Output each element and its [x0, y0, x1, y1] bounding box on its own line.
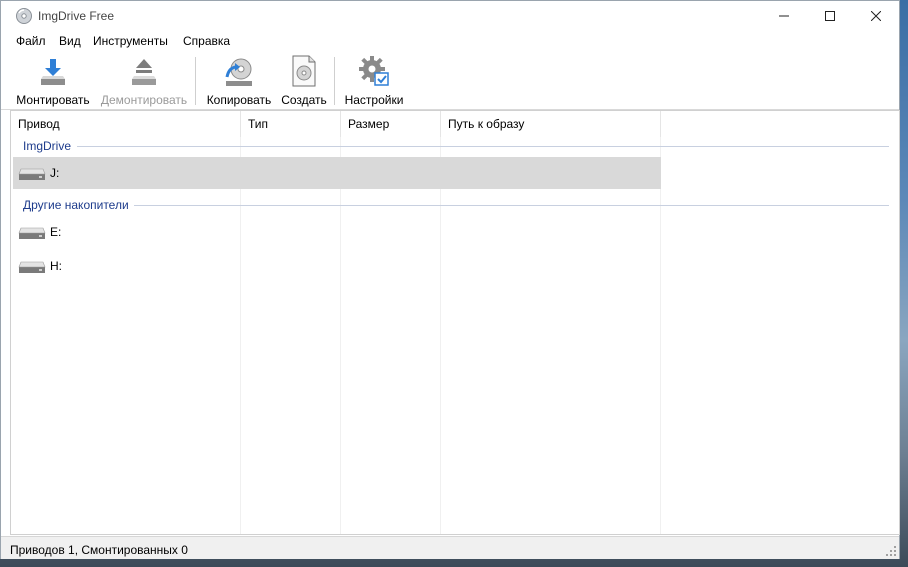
unmount-label: Демонтировать: [100, 93, 188, 107]
menu-help[interactable]: Справка: [183, 34, 230, 48]
create-button[interactable]: Создать: [281, 53, 327, 107]
close-button[interactable]: [853, 1, 899, 31]
close-icon: [871, 11, 881, 21]
status-bar: Приводов 1, Смонтированных 0: [1, 536, 899, 559]
copy-label: Копировать: [206, 93, 272, 107]
drive-letter: E:: [50, 225, 62, 239]
maximize-button[interactable]: [807, 1, 853, 31]
drive-row[interactable]: H:: [13, 250, 661, 282]
column-divider: [340, 137, 341, 534]
drive-letter: H:: [50, 259, 62, 273]
create-label: Создать: [281, 93, 327, 107]
menu-file[interactable]: Файл: [16, 34, 46, 48]
gear-icon: [359, 56, 389, 86]
status-text: Приводов 1, Смонтированных 0: [10, 543, 188, 557]
minimize-button[interactable]: [761, 1, 807, 31]
drive-letter: J:: [50, 166, 60, 180]
column-header-drive[interactable]: Привод: [11, 111, 241, 137]
copy-button[interactable]: Копировать: [205, 53, 273, 107]
group-divider: [134, 205, 889, 206]
unmount-button[interactable]: Демонтировать: [101, 53, 187, 107]
settings-button[interactable]: Настройки: [343, 53, 405, 107]
column-header-image-path[interactable]: Путь к образу: [441, 111, 661, 137]
column-header-type[interactable]: Тип: [241, 111, 341, 137]
copy-disc-icon: [225, 58, 252, 86]
column-divider: [240, 137, 241, 534]
drive-icon: [18, 227, 46, 239]
resize-grip-icon[interactable]: [886, 546, 896, 556]
drive-icon: [18, 261, 46, 273]
drive-row[interactable]: J:: [13, 157, 661, 189]
toolbar-separator: [195, 57, 196, 105]
drive-list[interactable]: Привод Тип Размер Путь к образу ImgDrive…: [10, 110, 900, 535]
menu-bar: Файл Вид Инструменты Справка: [1, 31, 899, 51]
column-divider: [660, 137, 661, 534]
toolbar: Монтировать Демонтировать Копировать Соз…: [1, 51, 899, 110]
menu-view[interactable]: Вид: [59, 34, 81, 48]
disc-app-icon: [16, 8, 32, 24]
drive-row[interactable]: E:: [13, 216, 661, 248]
title-bar[interactable]: ImgDrive Free: [1, 1, 899, 31]
group-header-imgdrive: ImgDrive: [23, 139, 72, 153]
group-divider: [77, 146, 889, 147]
toolbar-separator: [334, 57, 335, 105]
column-divider: [440, 137, 441, 534]
column-header-size[interactable]: Размер: [341, 111, 441, 137]
window-title: ImgDrive Free: [38, 9, 115, 23]
mount-label: Монтировать: [16, 93, 90, 107]
mount-button[interactable]: Монтировать: [15, 53, 91, 107]
minimize-icon: [779, 15, 789, 17]
mount-drive-icon: [41, 59, 65, 85]
app-window: ImgDrive Free Файл Вид Инструменты Справ…: [0, 0, 900, 559]
menu-tools[interactable]: Инструменты: [93, 34, 168, 48]
maximize-icon: [825, 11, 835, 21]
group-header-other-drives: Другие накопители: [23, 198, 129, 212]
eject-drive-icon: [132, 59, 156, 85]
drive-icon: [18, 168, 46, 180]
create-image-icon: [292, 55, 316, 87]
settings-label: Настройки: [344, 93, 404, 107]
